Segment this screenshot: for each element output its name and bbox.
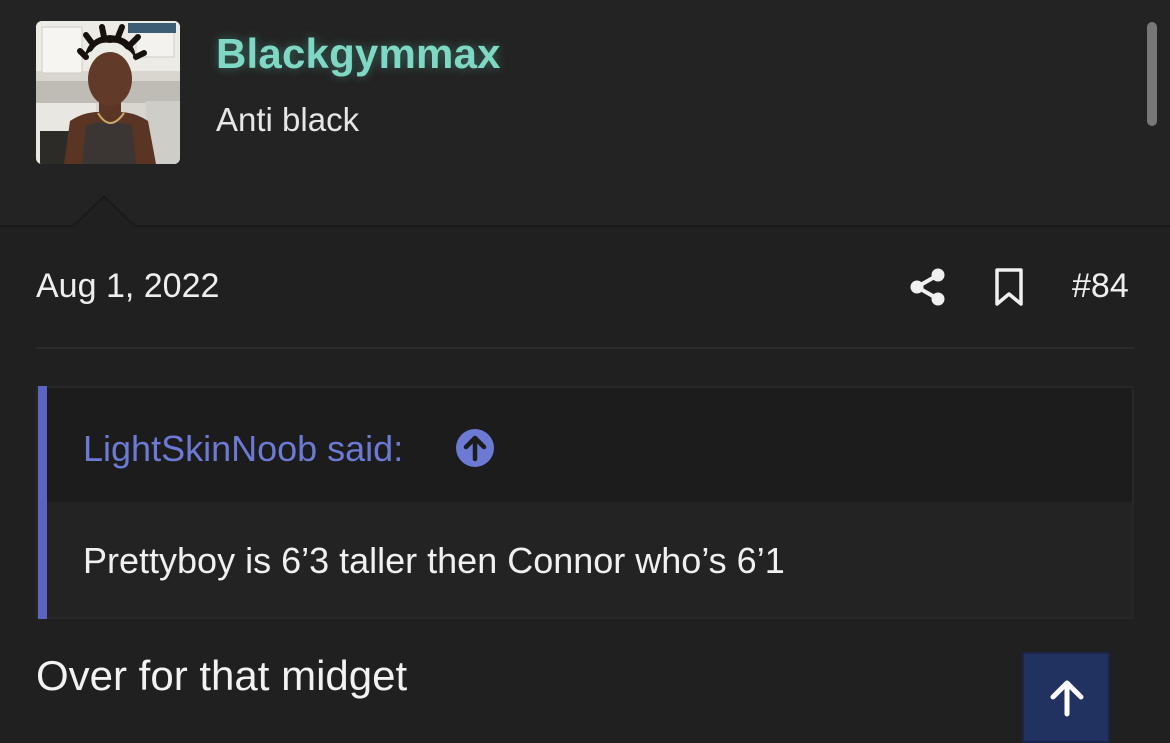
- message-text: Over for that midget: [36, 652, 408, 699]
- scrollbar[interactable]: [1147, 22, 1157, 126]
- quote-header: LightSkinNoob said:: [47, 388, 1132, 502]
- post-pointer-inner: [74, 198, 134, 227]
- quote-content: Prettyboy is 6’3 taller then Connor who’…: [47, 502, 1132, 617]
- post-body: Aug 1, 2022 #84 LightSkinNoob said: Pret…: [0, 227, 1170, 743]
- back-to-top-button[interactable]: [1022, 652, 1110, 743]
- arrow-up-circle-icon[interactable]: [456, 429, 494, 467]
- username[interactable]: Blackgymmax: [216, 30, 501, 78]
- quote-accent-bar: [38, 386, 47, 619]
- quote-author[interactable]: LightSkinNoob said:: [83, 428, 403, 470]
- arrow-up-icon: [1050, 680, 1084, 717]
- forum-post: Blackgymmax Anti black Aug 1, 2022 #84 L…: [0, 0, 1170, 743]
- user-header: Blackgymmax Anti black: [0, 0, 1170, 227]
- user-title: Anti black: [216, 101, 360, 138]
- quote-text: Prettyboy is 6’3 taller then Connor who’…: [83, 540, 785, 581]
- meta-divider: [36, 347, 1134, 349]
- bookmark-icon[interactable]: [990, 267, 1028, 307]
- post-number[interactable]: #84: [1072, 267, 1129, 306]
- quote-block: LightSkinNoob said: Prettyboy is 6’3 tal…: [36, 386, 1134, 619]
- post-date[interactable]: Aug 1, 2022: [36, 267, 219, 306]
- avatar[interactable]: [36, 21, 180, 164]
- share-icon[interactable]: [907, 267, 949, 307]
